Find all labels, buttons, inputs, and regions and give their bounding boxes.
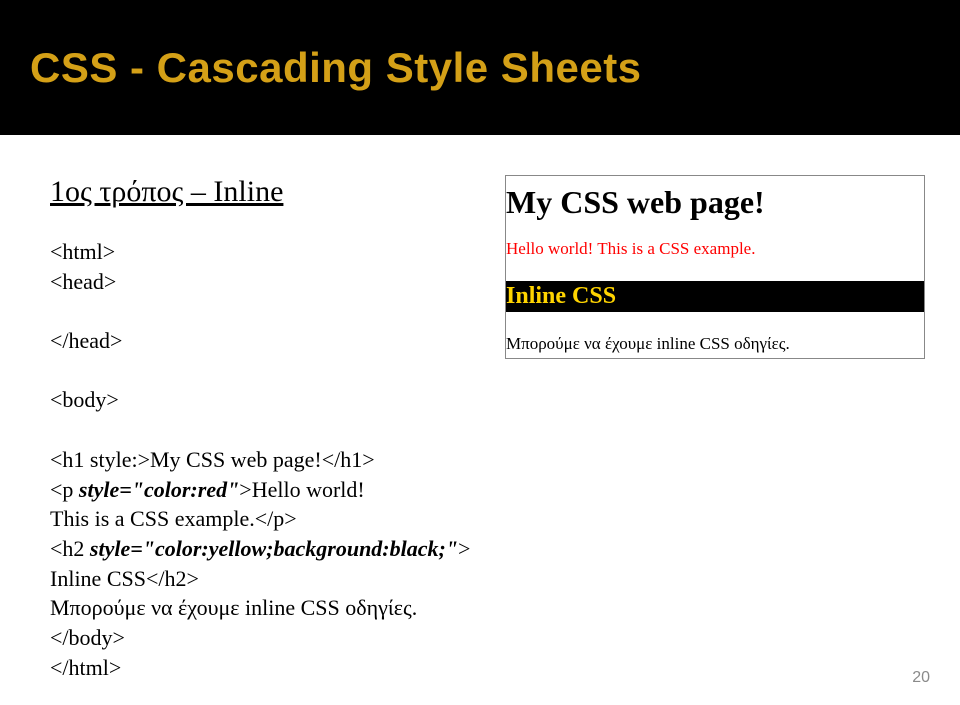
code-line: Inline CSS</h2> bbox=[50, 566, 199, 591]
slide-content: 1ος τρόπος – Inline <html> <head> </head… bbox=[0, 135, 960, 682]
preview-paragraph: Hello world! This is a CSS example. bbox=[506, 239, 924, 259]
code-block: <html> <head> </head> <body> <h1 style:>… bbox=[50, 237, 475, 682]
code-line: This is a CSS example.</p> bbox=[50, 506, 297, 531]
code-line: <html> bbox=[50, 239, 115, 264]
code-line: <h1 style:>My CSS web page!</h1> bbox=[50, 447, 375, 472]
slide-title-bar: CSS - Cascading Style Sheets bbox=[0, 0, 960, 135]
code-line: </body> bbox=[50, 625, 125, 650]
code-line: <p bbox=[50, 477, 79, 502]
browser-preview: My CSS web page! Hello world! This is a … bbox=[505, 175, 925, 359]
preview-body-text: Μπορούμε να έχουμε inline CSS οδηγίες. bbox=[506, 334, 924, 354]
code-style-attr: style="color:yellow;background:black;" bbox=[90, 536, 458, 561]
code-line: <body> bbox=[50, 387, 119, 412]
slide-title: CSS - Cascading Style Sheets bbox=[30, 44, 642, 92]
code-line: Μπορούμε να έχουμε inline CSS οδηγίες. bbox=[50, 595, 417, 620]
preview-heading-2: Inline CSS bbox=[506, 281, 924, 312]
code-line: </head> bbox=[50, 328, 122, 353]
method-heading: 1ος τρόπος – Inline bbox=[50, 175, 475, 209]
code-line: > bbox=[458, 536, 470, 561]
code-line: >Hello world! bbox=[239, 477, 364, 502]
page-number: 20 bbox=[912, 669, 930, 687]
code-line: <head> bbox=[50, 269, 116, 294]
code-line: <h2 bbox=[50, 536, 90, 561]
preview-heading-1: My CSS web page! bbox=[506, 184, 924, 221]
code-style-attr: style="color:red" bbox=[79, 477, 239, 502]
right-column: My CSS web page! Hello world! This is a … bbox=[505, 175, 925, 682]
code-line: </html> bbox=[50, 655, 121, 680]
left-column: 1ος τρόπος – Inline <html> <head> </head… bbox=[50, 175, 475, 682]
